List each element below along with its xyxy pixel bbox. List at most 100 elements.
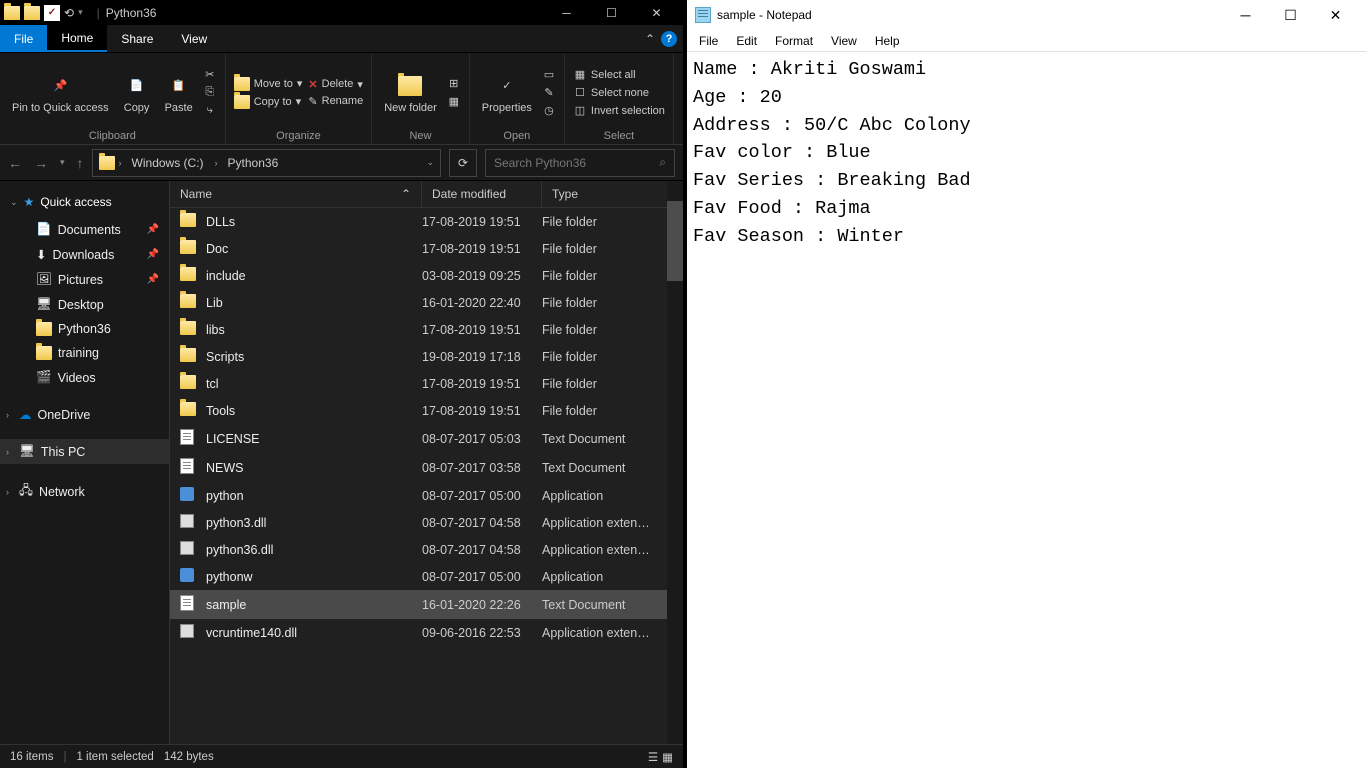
open-button[interactable]: ▭	[542, 68, 556, 82]
folder-icon	[180, 375, 196, 389]
sidebar-thispc[interactable]: ›🖥This PC	[0, 439, 169, 464]
address-dropdown-icon[interactable]: ⌄	[426, 157, 434, 168]
minimize-button[interactable]: ─	[544, 0, 589, 25]
shortcut-button[interactable]: ⤷	[203, 104, 217, 118]
menu-edit[interactable]: Edit	[728, 32, 765, 50]
explorer-titlebar[interactable]: ✓ ⟲ ▾ | Python36 ─ ☐ ✕	[0, 0, 683, 25]
sidebar-item[interactable]: Python36	[0, 317, 169, 341]
select-all-button[interactable]: ▦Select all	[573, 68, 665, 82]
address-bar[interactable]: › Windows (C:) › Python36 ⌄	[92, 149, 441, 177]
sidebar-item[interactable]: ⬇Downloads📌	[0, 242, 169, 267]
file-row[interactable]: Scripts19-08-2019 17:18File folder	[170, 343, 683, 370]
properties-button[interactable]: ✓Properties	[478, 70, 536, 116]
dropdown-icon[interactable]: ▾	[78, 7, 83, 18]
column-date[interactable]: Date modified	[422, 181, 542, 207]
pin-icon: 📌	[147, 224, 159, 235]
minimize-button[interactable]: ─	[1223, 0, 1268, 30]
file-row[interactable]: Tools17-08-2019 19:51File folder	[170, 397, 683, 424]
file-rows[interactable]: DLLs17-08-2019 19:51File folderDoc17-08-…	[170, 208, 683, 744]
txt-icon	[180, 429, 194, 445]
folder-icon	[180, 240, 196, 254]
breadcrumb-drive[interactable]: Windows (C:)	[126, 156, 211, 170]
file-row[interactable]: Doc17-08-2019 19:51File folder	[170, 235, 683, 262]
tab-share[interactable]: Share	[107, 25, 167, 52]
file-row[interactable]: NEWS08-07-2017 03:58Text Document	[170, 453, 683, 482]
search-input[interactable]: Search Python36 ⌕	[485, 149, 675, 177]
file-row[interactable]: vcruntime140.dll09-06-2016 22:53Applicat…	[170, 619, 683, 646]
history-button[interactable]: ◷	[542, 104, 556, 118]
back-button[interactable]: ←	[8, 155, 22, 171]
moveto-button[interactable]: Move to ▾	[234, 77, 303, 91]
help-icon[interactable]: ?	[661, 31, 677, 47]
menu-help[interactable]: Help	[867, 32, 908, 50]
tab-view[interactable]: View	[167, 25, 221, 52]
refresh-button[interactable]: ⟳	[449, 149, 477, 177]
file-list-pane: Name⌃ Date modified Type DLLs17-08-2019 …	[170, 181, 683, 744]
new-folder-button[interactable]: New folder	[380, 70, 441, 116]
forward-button[interactable]: →	[34, 155, 48, 171]
file-row[interactable]: Lib16-01-2020 22:40File folder	[170, 289, 683, 316]
copyto-button[interactable]: Copy to ▾	[234, 95, 303, 109]
paste-button[interactable]: 📋Paste	[161, 70, 197, 116]
sidebar-item[interactable]: training	[0, 341, 169, 365]
menu-format[interactable]: Format	[767, 32, 821, 50]
file-explorer-window: ✓ ⟲ ▾ | Python36 ─ ☐ ✕ File Home Share V…	[0, 0, 683, 768]
file-row[interactable]: python08-07-2017 05:00Application	[170, 482, 683, 509]
sidebar-onedrive[interactable]: ›☁OneDrive	[0, 402, 169, 427]
notepad-title: sample - Notepad	[717, 8, 1223, 22]
view-large-icon[interactable]: ▦	[662, 750, 673, 764]
rename-button[interactable]: ✎Rename	[308, 95, 363, 108]
quick-access-header[interactable]: ⌄ ★ Quick access	[0, 187, 169, 217]
status-size: 142 bytes	[164, 751, 214, 763]
status-bar: 16 items | 1 item selected 142 bytes ☰ ▦	[0, 744, 683, 768]
invert-selection-button[interactable]: ◫Invert selection	[573, 104, 665, 118]
menu-view[interactable]: View	[823, 32, 865, 50]
ribbon-group-clipboard: 📌Pin to Quick access 📄Copy 📋Paste ✂ ⎘ ⤷ …	[0, 53, 226, 144]
file-row[interactable]: libs17-08-2019 19:51File folder	[170, 316, 683, 343]
file-row[interactable]: python3.dll08-07-2017 04:58Application e…	[170, 509, 683, 536]
scrollbar-vertical[interactable]	[667, 181, 683, 744]
sidebar-item[interactable]: 🖥Desktop	[0, 292, 169, 317]
pc-icon: 🖥	[19, 444, 35, 459]
recent-button[interactable]: ▾	[60, 157, 65, 168]
sidebar-item[interactable]: 🎬Videos	[0, 365, 169, 390]
file-row[interactable]: python36.dll08-07-2017 04:58Application …	[170, 536, 683, 563]
column-name[interactable]: Name⌃	[170, 181, 422, 207]
tab-home[interactable]: Home	[47, 25, 107, 52]
collapse-ribbon-icon[interactable]: ⌃	[645, 32, 655, 46]
file-row[interactable]: tcl17-08-2019 19:51File folder	[170, 370, 683, 397]
notepad-text-area[interactable]: Name : Akriti Goswami Age : 20 Address :…	[687, 52, 1366, 768]
sidebar-item[interactable]: 📄Documents📌	[0, 217, 169, 242]
edit-button[interactable]: ✎	[542, 86, 556, 100]
file-row[interactable]: include03-08-2019 09:25File folder	[170, 262, 683, 289]
copypath-button[interactable]: ⎘	[203, 86, 217, 100]
up-button[interactable]: ↑	[77, 155, 84, 171]
file-row[interactable]: DLLs17-08-2019 19:51File folder	[170, 208, 683, 235]
view-details-icon[interactable]: ☰	[648, 750, 658, 764]
sidebar-network[interactable]: ›🖧Network	[0, 476, 169, 507]
maximize-button[interactable]: ☐	[589, 0, 634, 25]
breadcrumb-folder[interactable]: Python36	[222, 156, 286, 170]
cut-button[interactable]: ✂	[203, 68, 217, 82]
copy-button[interactable]: 📄Copy	[119, 70, 155, 116]
sidebar-item[interactable]: 🖼Pictures📌	[0, 267, 169, 292]
file-row[interactable]: pythonw08-07-2017 05:00Application	[170, 563, 683, 590]
tab-file[interactable]: File	[0, 25, 47, 52]
undo-icon[interactable]: ⟲	[64, 6, 74, 20]
new-item-button[interactable]: ⊞	[447, 77, 461, 91]
easy-access-button[interactable]: ▦	[447, 95, 461, 109]
pin-quickaccess-button[interactable]: 📌Pin to Quick access	[8, 70, 113, 116]
select-none-button[interactable]: ☐Select none	[573, 86, 665, 100]
chevron-down-icon: ⌄	[10, 197, 18, 208]
file-row[interactable]: sample16-01-2020 22:26Text Document	[170, 590, 683, 619]
navigation-pane[interactable]: ⌄ ★ Quick access 📄Documents📌⬇Downloads📌🖼…	[0, 181, 170, 744]
maximize-button[interactable]: ☐	[1268, 0, 1313, 30]
column-type[interactable]: Type	[542, 181, 683, 207]
close-button[interactable]: ✕	[1313, 0, 1358, 30]
app-icon	[180, 568, 194, 582]
notepad-titlebar[interactable]: sample - Notepad ─ ☐ ✕	[687, 0, 1366, 30]
close-button[interactable]: ✕	[634, 0, 679, 25]
file-row[interactable]: LICENSE08-07-2017 05:03Text Document	[170, 424, 683, 453]
delete-button[interactable]: ✕Delete ▾	[308, 78, 363, 91]
menu-file[interactable]: File	[691, 32, 726, 50]
